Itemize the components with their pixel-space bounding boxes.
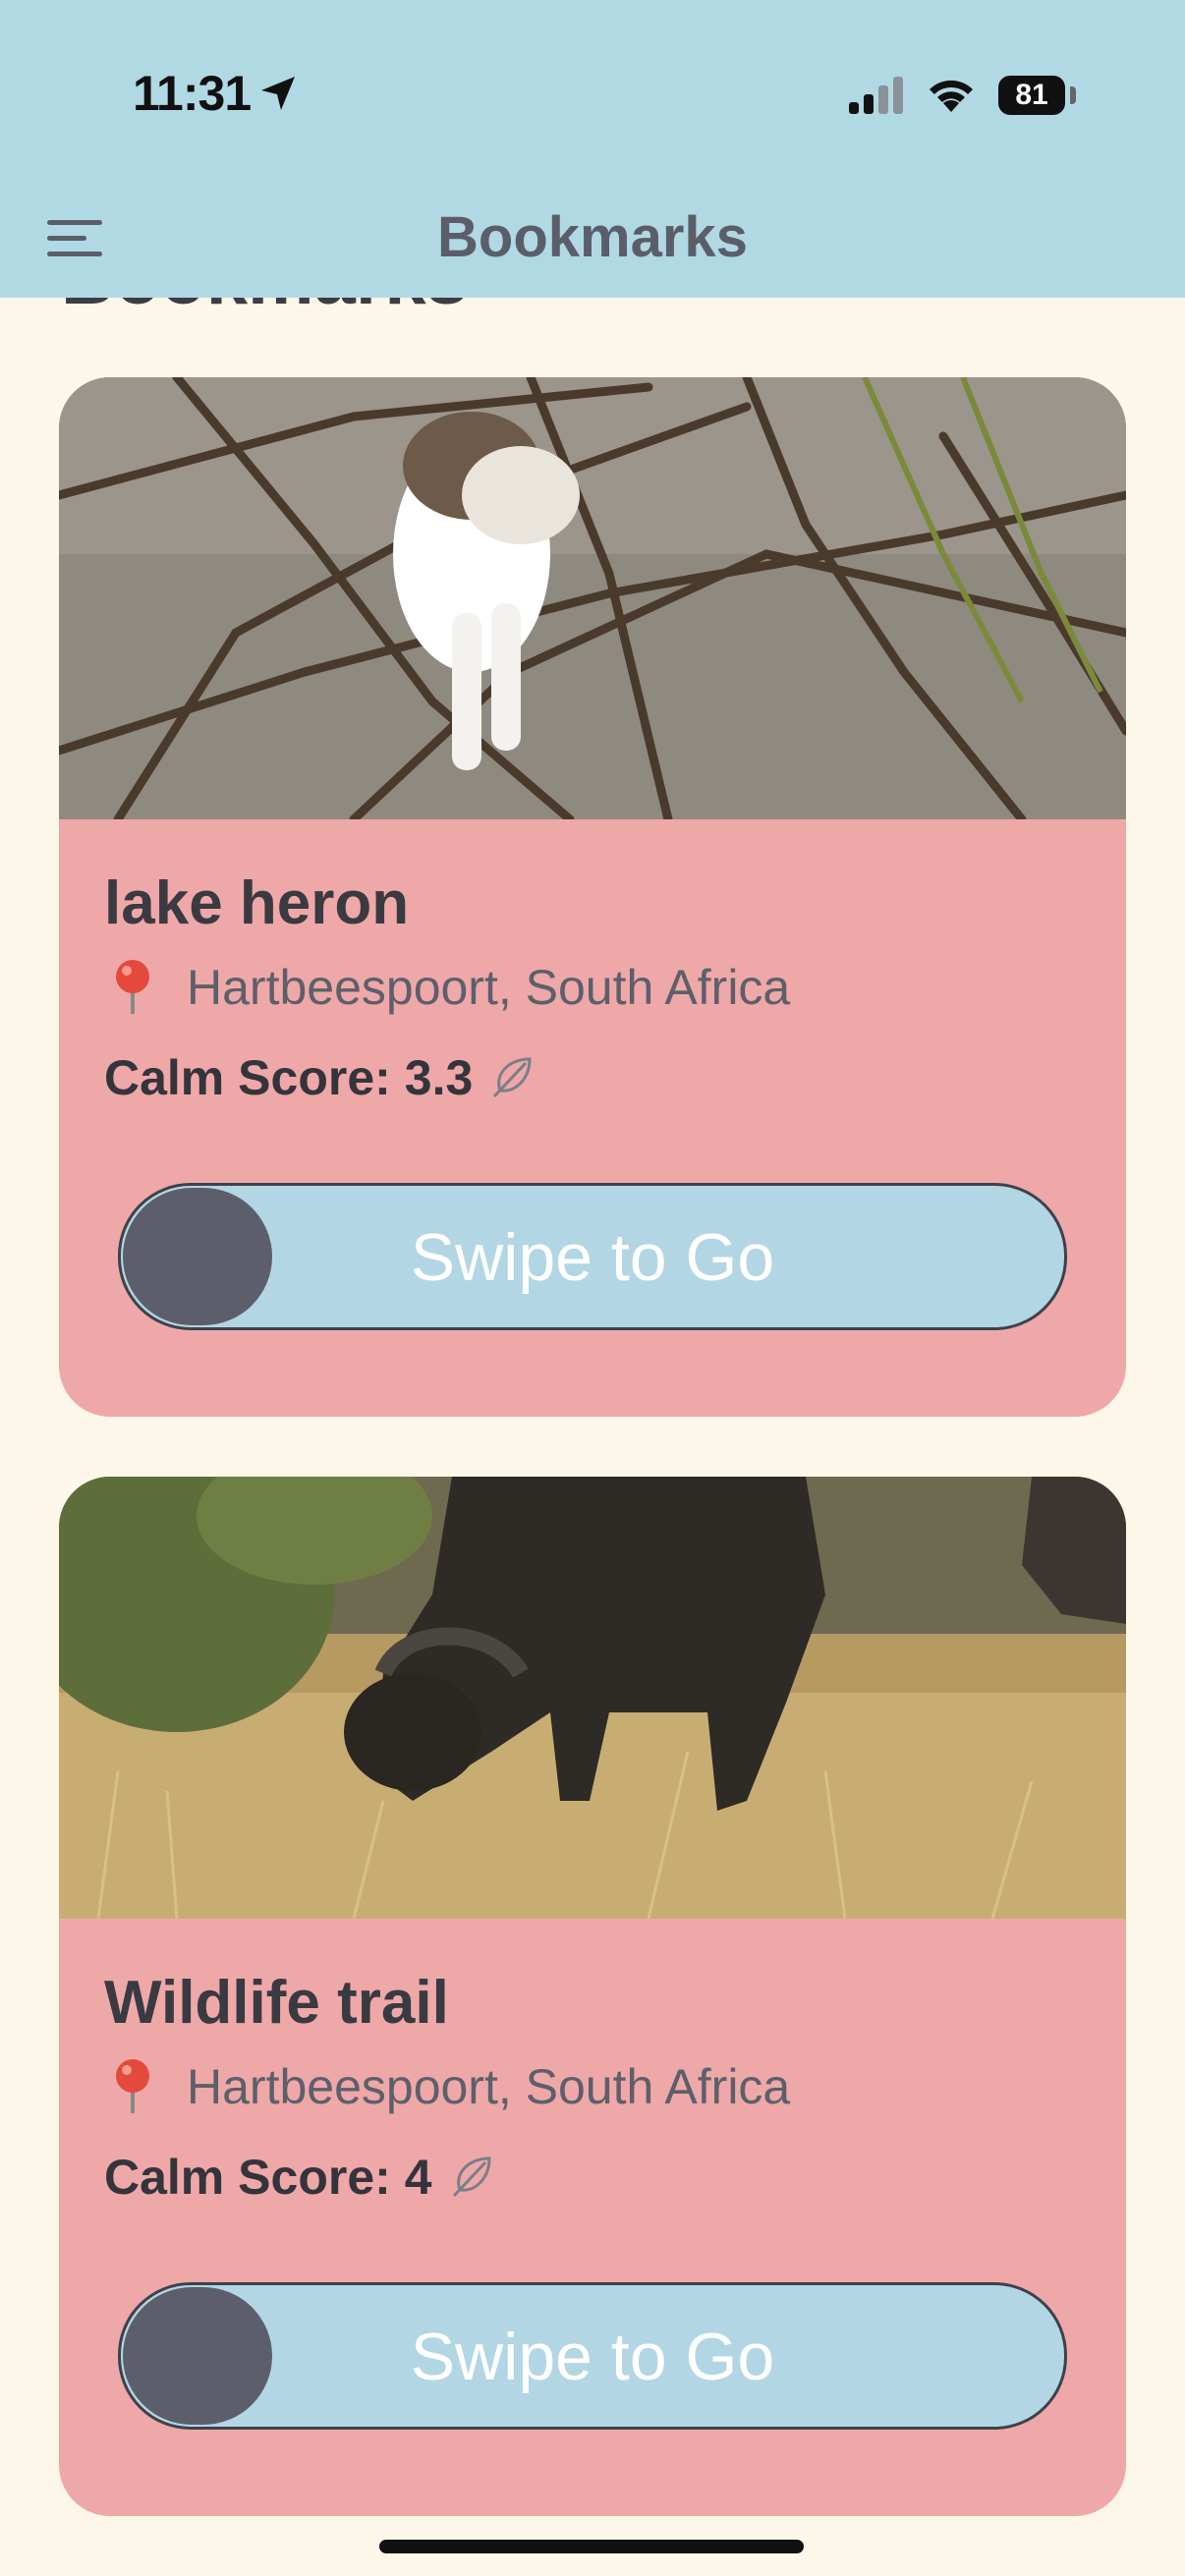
feather-icon (452, 2156, 491, 2198)
card-location: Hartbeespoort, South Africa (187, 2059, 791, 2114)
feather-icon (493, 1057, 532, 1098)
wifi-icon (930, 80, 973, 112)
swipe-to-go-slider[interactable]: Swipe to Go (118, 1183, 1067, 1330)
buffalo-grazing-image (59, 1477, 1126, 1919)
calm-score-label: Calm Score: (104, 2150, 391, 2205)
bookmark-card[interactable]: Wildlife trail Hartbeespoort, South Afri… (59, 1477, 1126, 2516)
cat-in-tree-image (59, 377, 1126, 819)
battery-indicator: 81 (998, 76, 1065, 115)
card-location: Hartbeespoort, South Africa (187, 960, 791, 1015)
cellular-signal-icon (849, 77, 903, 114)
bookmark-card[interactable]: lake heron Hartbeespoort, South Africa C… (59, 377, 1126, 1417)
calm-score-value: 4 (404, 2150, 432, 2205)
location-arrow-icon (261, 77, 295, 110)
swipe-handle[interactable] (123, 1188, 272, 1325)
card-title: lake heron (104, 869, 410, 937)
battery-cap (1070, 86, 1076, 104)
top-header: 11:31 81 Bookmarks (0, 0, 1185, 298)
page-title: Bookmarks (437, 205, 748, 269)
swipe-handle[interactable] (123, 2287, 272, 2425)
status-time: 11:31 (133, 66, 252, 121)
card-title: Wildlife trail (104, 1969, 449, 2037)
swipe-to-go-slider[interactable]: Swipe to Go (118, 2282, 1067, 2430)
calm-score: Calm Score: 3.3 (104, 1049, 536, 1106)
calm-score-label: Calm Score: (104, 1050, 391, 1105)
map-pin-icon (116, 960, 149, 1014)
home-indicator[interactable] (379, 2540, 804, 2553)
map-pin-icon (116, 2059, 149, 2113)
calm-score-value: 3.3 (404, 1050, 474, 1105)
calm-score: Calm Score: 4 (104, 2149, 495, 2206)
